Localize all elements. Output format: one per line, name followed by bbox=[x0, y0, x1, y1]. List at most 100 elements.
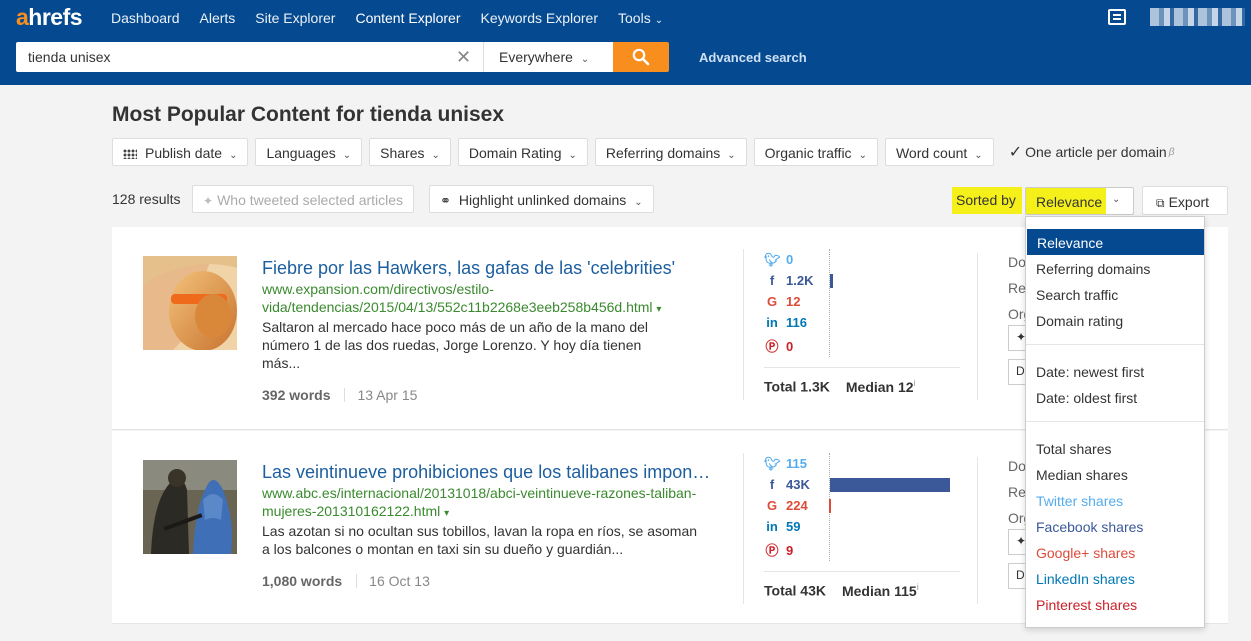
chevron-down-icon: ⌄ bbox=[1112, 194, 1121, 205]
sort-option-twitter-shares[interactable]: Twitter shares bbox=[1026, 487, 1204, 513]
article-url[interactable]: www.expansion.com/directivos/estilo-vida… bbox=[262, 280, 692, 319]
facebook-count: 1.2K bbox=[786, 273, 814, 288]
article-title-link[interactable]: Fiebre por las Hawkers, las gafas de las… bbox=[262, 258, 712, 279]
chevron-down-icon: ⌄ bbox=[431, 150, 440, 161]
sort-option-google-plus-shares[interactable]: Google+ shares bbox=[1026, 539, 1204, 565]
filter-organic-traffic[interactable]: Organic traffic ⌄ bbox=[753, 138, 878, 166]
article-title-link[interactable]: Las veintinueve prohibiciones que los ta… bbox=[262, 462, 712, 483]
pinterest-count: 9 bbox=[786, 543, 794, 558]
search-icon bbox=[632, 48, 650, 66]
google-plus-shares: G 224 bbox=[764, 498, 808, 518]
google-plus-count: 224 bbox=[786, 498, 808, 513]
highlight-label: Highlight unlinked domains bbox=[458, 192, 627, 208]
sort-option-relevance[interactable]: Relevance bbox=[1027, 229, 1204, 255]
filter-label: Referring domains bbox=[605, 145, 721, 161]
search-scope-select[interactable]: Everywhere ⌄ bbox=[483, 42, 613, 72]
twitter-shares: 🐦︎ 115 bbox=[764, 456, 807, 476]
article-url[interactable]: www.abc.es/internacional/20131018/abci-v… bbox=[262, 484, 722, 523]
sort-option-facebook-shares[interactable]: Facebook shares bbox=[1026, 513, 1204, 539]
chevron-down-icon: ⌄ bbox=[727, 150, 736, 161]
filter-publish-date[interactable]: Publish date ⌄ bbox=[112, 138, 249, 166]
highlight-unlinked-domains-button[interactable]: ⚭ Highlight unlinked domains ⌄ bbox=[429, 185, 654, 213]
sort-option-total-shares[interactable]: Total shares bbox=[1026, 435, 1204, 461]
nav-dashboard[interactable]: Dashboard bbox=[111, 10, 180, 26]
url-line-2: mujeres-201310162122.html bbox=[262, 503, 441, 519]
sort-option-date-newest[interactable]: Date: newest first bbox=[1026, 358, 1204, 384]
url-line-2: vida/tendencias/2015/04/13/552c11b2268e3… bbox=[262, 299, 653, 315]
linkedin-count: 116 bbox=[786, 315, 807, 330]
url-dropdown-icon[interactable]: ▾ bbox=[656, 304, 661, 315]
nav-alerts[interactable]: Alerts bbox=[200, 10, 236, 26]
filter-languages[interactable]: Languages ⌄ bbox=[255, 138, 363, 166]
article-thumbnail[interactable] bbox=[143, 460, 237, 554]
sort-option-search-traffic[interactable]: Search traffic bbox=[1026, 281, 1204, 307]
search-button[interactable] bbox=[613, 42, 669, 72]
url-line-1: www.expansion.com/directivos/estilo- bbox=[262, 281, 494, 297]
info-icon[interactable]: i bbox=[917, 582, 919, 592]
article-thumbnail-image bbox=[143, 460, 237, 554]
publish-date: 16 Oct 13 bbox=[369, 573, 430, 589]
shares-divider bbox=[764, 571, 960, 572]
info-icon[interactable]: i bbox=[914, 378, 916, 388]
notifications-icon[interactable] bbox=[1108, 9, 1126, 25]
beta-badge: β bbox=[1168, 146, 1175, 158]
google-plus-icon: G bbox=[766, 294, 778, 309]
facebook-shares: f 1.2K bbox=[764, 273, 814, 293]
pinterest-shares: Ⓟ 9 bbox=[764, 540, 793, 560]
page-title: Most Popular Content for tienda unisex bbox=[112, 103, 505, 126]
one-article-label: One article per domain bbox=[1025, 144, 1167, 160]
column-divider bbox=[977, 457, 978, 604]
word-count: 392 words bbox=[262, 387, 331, 403]
desc-line-1: Saltaron al mercado hace poco más de un … bbox=[262, 319, 649, 335]
search-input[interactable] bbox=[16, 42, 436, 72]
advanced-search-link[interactable]: Advanced search bbox=[699, 50, 807, 65]
user-account-menu[interactable] bbox=[1150, 8, 1245, 26]
chevron-down-icon: ⌄ bbox=[568, 150, 577, 161]
google-plus-shares-bar bbox=[829, 499, 831, 513]
total-shares: Total 43K bbox=[764, 582, 826, 599]
export-button[interactable]: ⧉ Export bbox=[1142, 186, 1228, 215]
chevron-down-icon: ⌄ bbox=[974, 150, 983, 161]
nav-tools[interactable]: Tools ⌄ bbox=[618, 10, 663, 26]
sort-option-date-oldest[interactable]: Date: oldest first bbox=[1026, 384, 1204, 410]
one-article-per-domain-checkbox[interactable]: ✓ One article per domain β bbox=[1009, 142, 1175, 162]
facebook-shares-bar bbox=[830, 274, 833, 288]
filter-word-count[interactable]: Word count ⌄ bbox=[884, 138, 994, 166]
filter-domain-rating[interactable]: Domain Rating ⌄ bbox=[457, 138, 588, 166]
article-meta: 392 words 13 Apr 15 bbox=[262, 387, 417, 403]
social-shares-panel: 🐦︎ 0 f 1.2K G 12 in 116 Ⓟ 0 Total 1.3K Median … bbox=[743, 249, 963, 400]
nav-keywords-explorer[interactable]: Keywords Explorer bbox=[481, 10, 599, 26]
who-tweeted-button[interactable]: ✦ Who tweeted selected articles bbox=[192, 185, 415, 213]
sort-select[interactable]: Relevance ⌄ bbox=[1025, 187, 1134, 215]
sort-option-linkedin-shares[interactable]: LinkedIn shares bbox=[1026, 565, 1204, 591]
pinterest-shares: Ⓟ 0 bbox=[764, 336, 793, 356]
nav-content-explorer[interactable]: Content Explorer bbox=[355, 10, 460, 26]
clear-search-icon[interactable]: ✕ bbox=[456, 48, 471, 66]
chevron-down-icon: ⌄ bbox=[229, 150, 238, 161]
url-dropdown-icon[interactable]: ▾ bbox=[444, 508, 449, 519]
sort-option-referring-domains[interactable]: Referring domains bbox=[1026, 255, 1204, 281]
url-line-1: www.abc.es/internacional/20131018/abci-v… bbox=[262, 485, 697, 501]
ahrefs-logo[interactable]: ahrefs bbox=[16, 4, 83, 31]
twitter-count: 0 bbox=[786, 252, 794, 267]
who-tweeted-label: Who tweeted selected articles bbox=[217, 192, 404, 208]
filter-label: Word count bbox=[895, 145, 968, 161]
filter-shares[interactable]: Shares ⌄ bbox=[369, 138, 451, 166]
article-description: Las azotan si no ocultan sus tobillos, l… bbox=[262, 522, 722, 558]
filter-referring-domains[interactable]: Referring domains ⌄ bbox=[594, 138, 747, 166]
chevron-down-icon: ⌄ bbox=[858, 150, 867, 161]
chevron-down-icon: ⌄ bbox=[342, 150, 352, 161]
linkedin-icon: in bbox=[766, 315, 778, 330]
facebook-shares-bar bbox=[830, 478, 950, 492]
sort-option-domain-rating[interactable]: Domain rating bbox=[1026, 307, 1204, 333]
sort-option-median-shares[interactable]: Median shares bbox=[1026, 461, 1204, 487]
shares-divider bbox=[764, 367, 960, 368]
total-shares: Total 1.3K bbox=[764, 378, 830, 395]
sort-dropdown-menu: Relevance Referring domains Search traff… bbox=[1025, 216, 1205, 628]
google-plus-shares: G 12 bbox=[764, 294, 801, 314]
sort-option-pinterest-shares[interactable]: Pinterest shares bbox=[1026, 591, 1204, 617]
sorted-by-label: Sorted by bbox=[952, 187, 1022, 214]
nav-site-explorer[interactable]: Site Explorer bbox=[255, 10, 335, 26]
article-thumbnail[interactable] bbox=[143, 256, 237, 351]
nav-tools-label: Tools bbox=[618, 10, 651, 26]
